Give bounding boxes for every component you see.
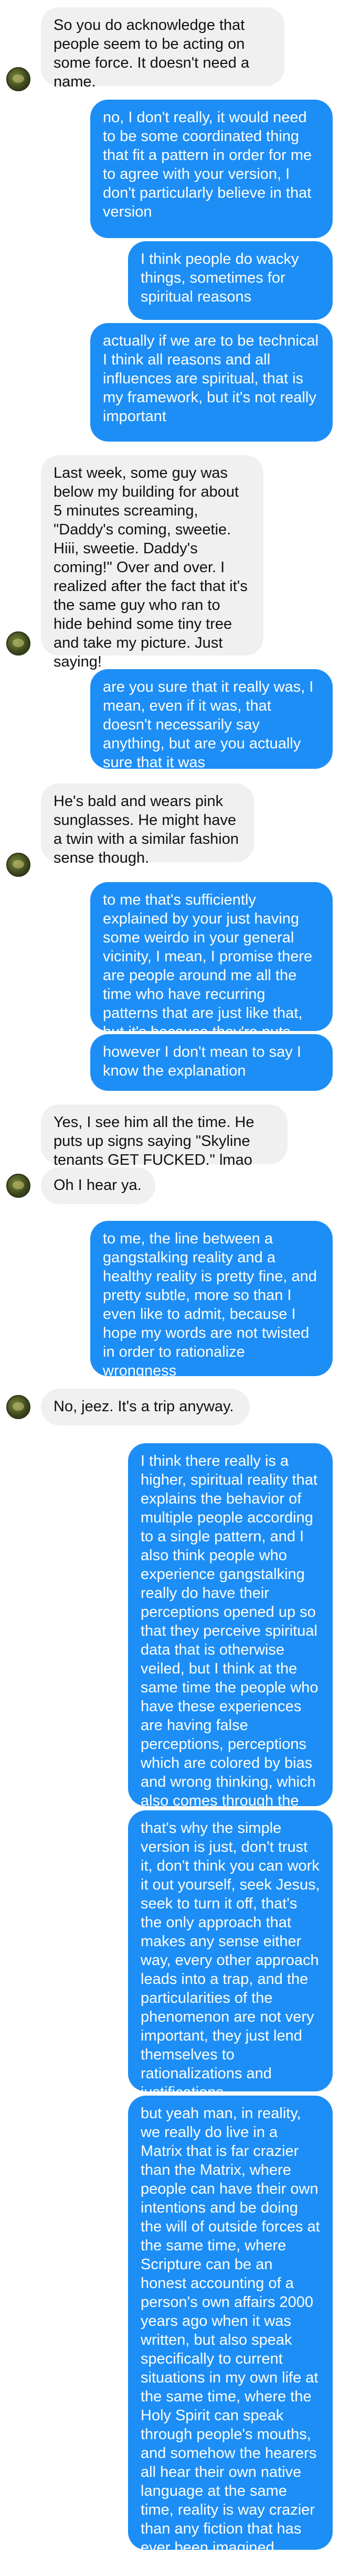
incoming-message[interactable]: He's bald and wears pink sunglasses. He … [41, 783, 254, 866]
outgoing-message[interactable]: to me, the line between a gangstalking r… [90, 1221, 333, 1379]
outgoing-message[interactable]: are you sure that it really was, I mean,… [90, 669, 333, 771]
outgoing-message[interactable]: no, I don't really, it would need to be … [90, 100, 333, 238]
outgoing-message[interactable]: that's why the simple version is just, d… [128, 1810, 333, 2101]
outgoing-message[interactable]: actually if we are to be technical I thi… [90, 323, 333, 442]
incoming-message[interactable]: Oh I hear ya. [41, 1167, 155, 1204]
incoming-message[interactable]: Yes, I see him all the time. He puts up … [41, 1104, 288, 1168]
incoming-message[interactable]: So you do acknowledge that people seem t… [41, 7, 284, 90]
outgoing-message[interactable]: I think there really is a higher, spirit… [128, 1443, 333, 1866]
outgoing-message[interactable]: I think people do wacky things, sometime… [128, 241, 333, 320]
contact-avatar-icon[interactable] [6, 853, 30, 877]
contact-avatar-icon[interactable] [6, 631, 30, 656]
outgoing-message[interactable]: but yeah man, in reality, we really do l… [128, 2096, 333, 2556]
contact-avatar-icon[interactable] [6, 1174, 30, 1198]
incoming-message[interactable]: No, jeez. It's a trip anyway. [41, 1389, 250, 1425]
incoming-message[interactable]: Last week, some guy was below my buildin… [41, 455, 263, 670]
message-thread: So you do acknowledge that people seem t… [0, 0, 340, 2576]
contact-avatar-icon[interactable] [6, 1395, 30, 1419]
contact-avatar-icon[interactable] [6, 67, 30, 91]
outgoing-message[interactable]: however I don't mean to say I know the e… [90, 1034, 333, 1091]
outgoing-message[interactable]: to me that's sufficiently explained by y… [90, 882, 333, 1040]
